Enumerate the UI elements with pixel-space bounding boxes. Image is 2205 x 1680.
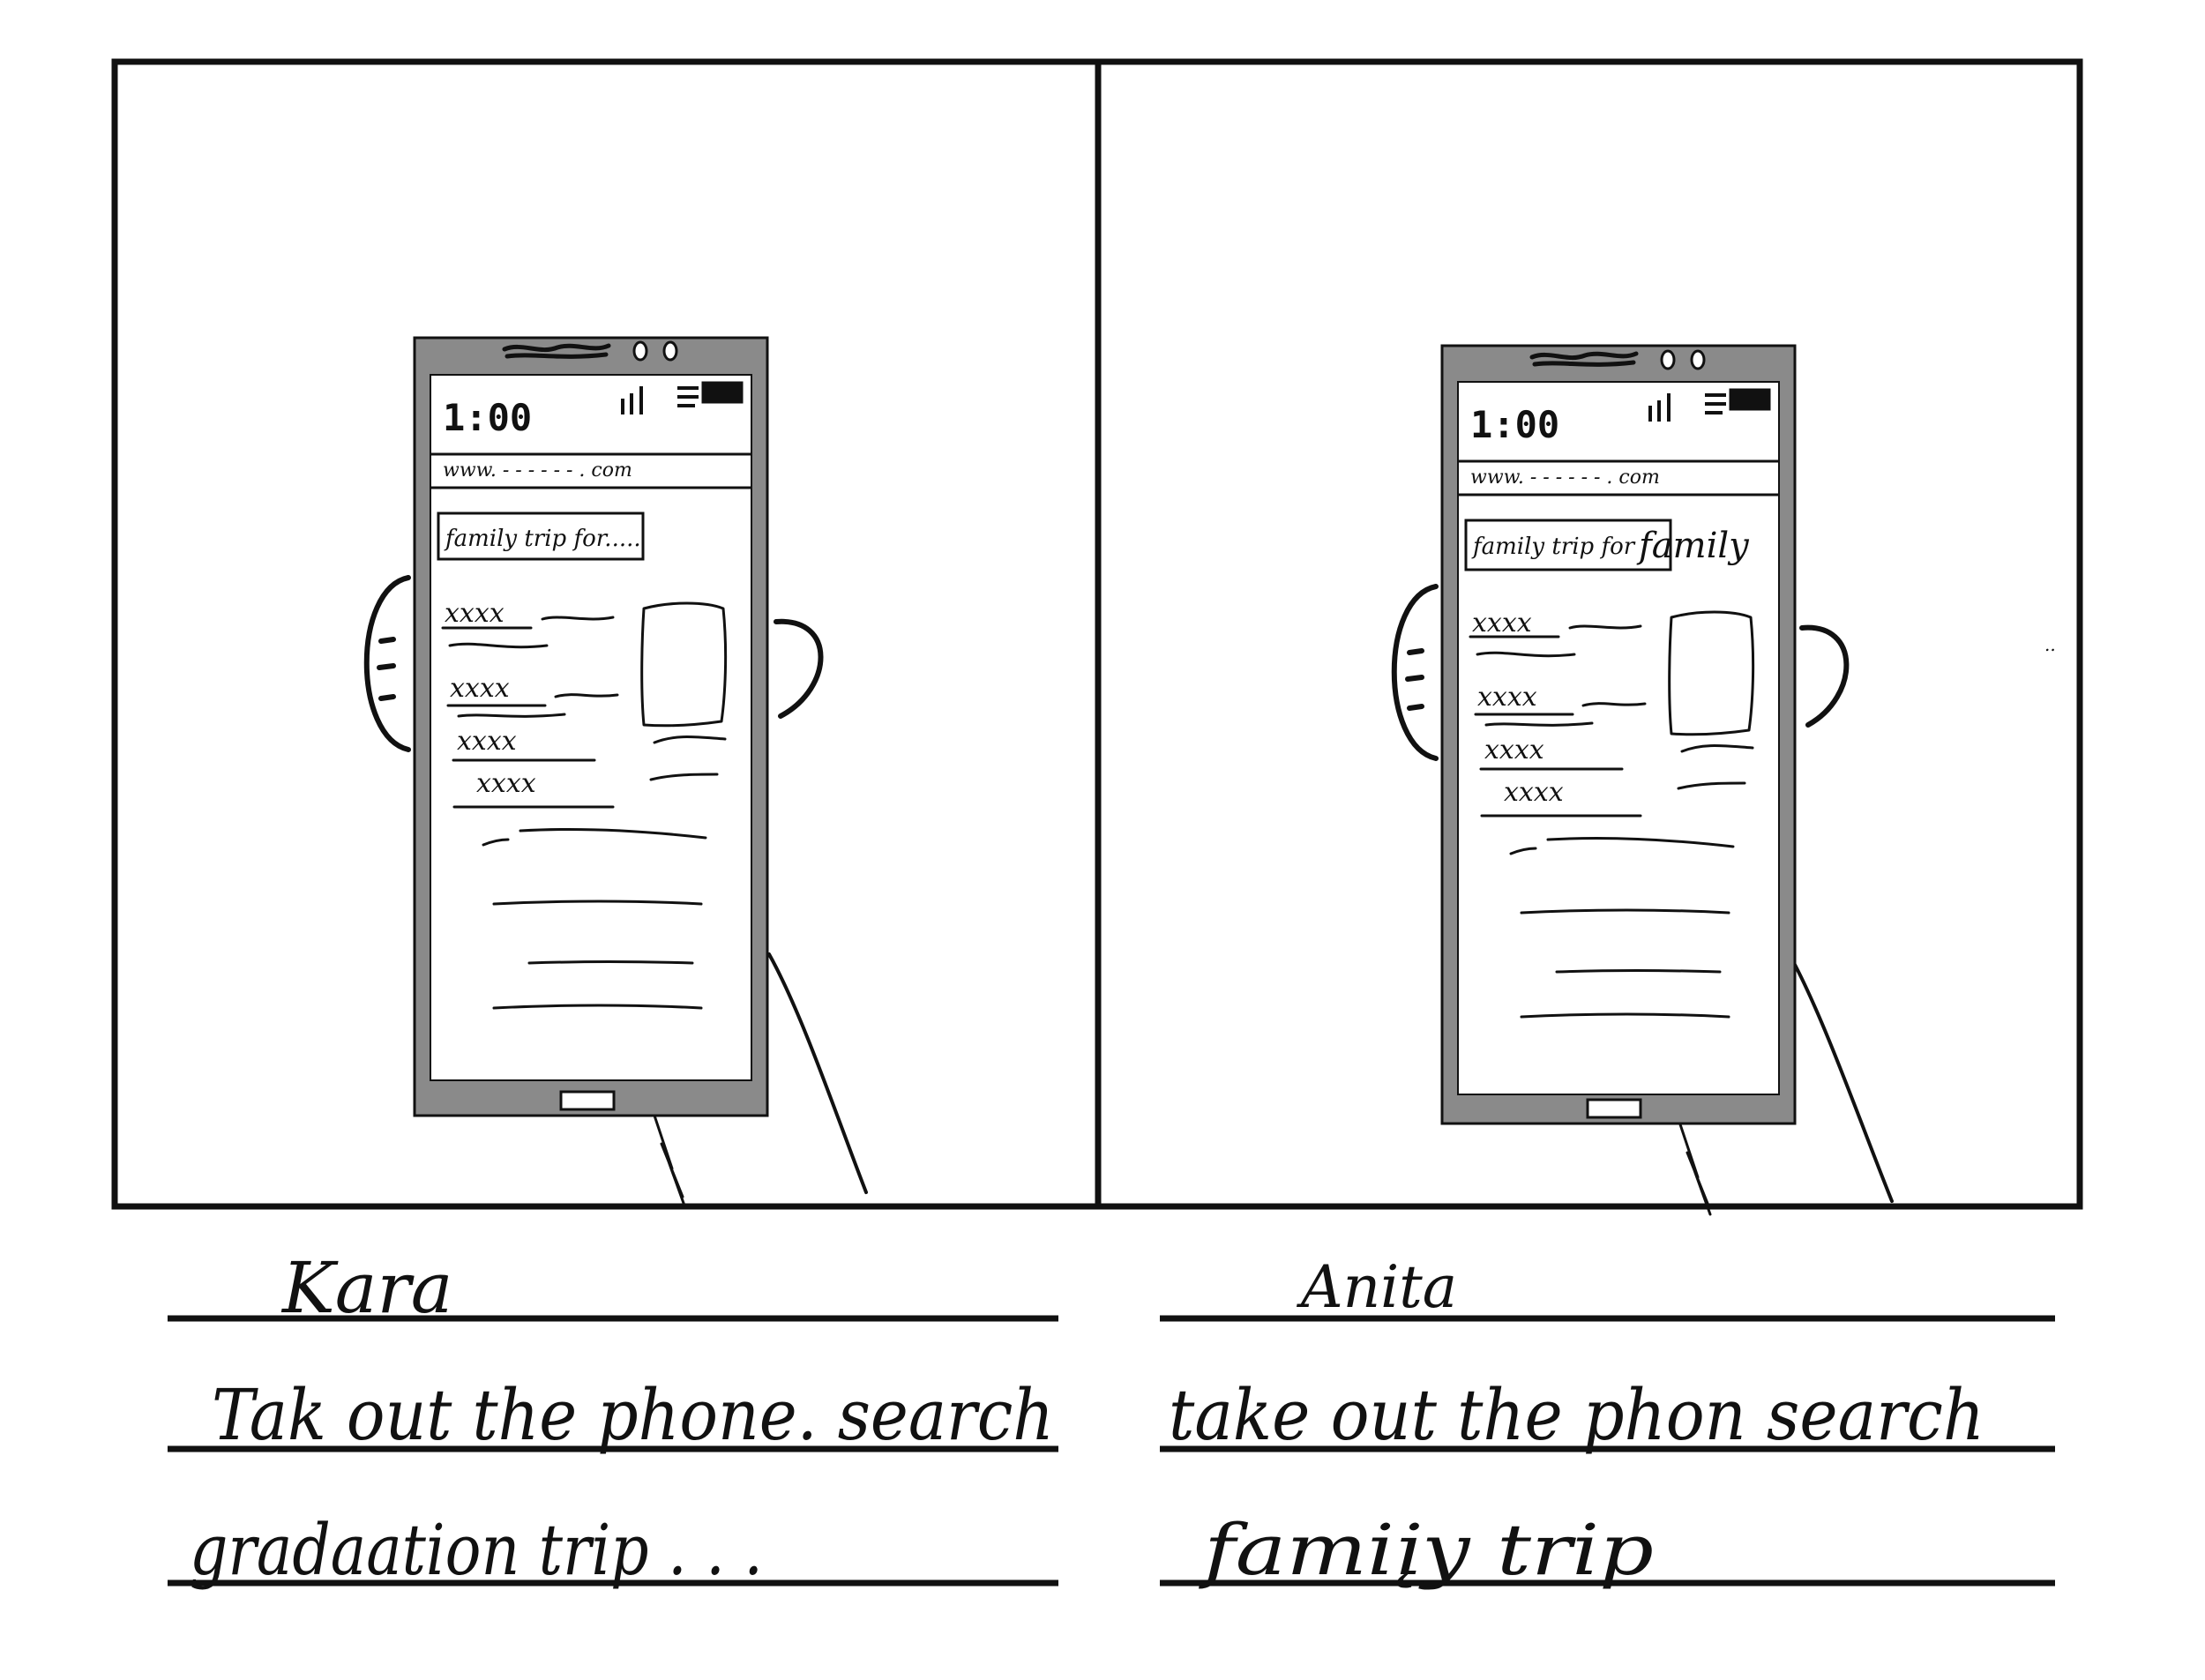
home-button[interactable]	[1586, 1098, 1642, 1119]
wrist-line	[1791, 959, 1894, 1203]
wrist-line	[767, 952, 868, 1194]
home-button[interactable]	[559, 1090, 616, 1111]
character-name: Kara	[280, 1247, 452, 1329]
battery-icon	[1729, 388, 1771, 411]
caption-query: gradaation trip . . .	[190, 1509, 763, 1591]
left-finger	[377, 663, 396, 670]
camera-icon	[1660, 349, 1676, 370]
storyboard: 1:00 www. - - - - - - . com family trip …	[111, 58, 2083, 1591]
result-mark: xxxx	[1477, 682, 1537, 713]
left-finger	[1407, 704, 1424, 711]
panel-2: .. 1:00 www. - - - - - - . com family tr…	[1160, 344, 2056, 1591]
stray-marks: ..	[2044, 634, 2056, 655]
left-hand-outline	[363, 575, 411, 752]
panel-1: 1:00 www. - - - - - - . com family trip …	[168, 336, 1058, 1591]
search-box-text: family trip for.....	[444, 526, 641, 552]
camera-icon	[632, 340, 648, 362]
left-finger	[1407, 648, 1424, 655]
result-mark: xxxx	[445, 598, 505, 629]
status-time: 1:00	[443, 396, 532, 439]
search-box-typed-overflow: family	[1636, 526, 1750, 566]
result-mark: xxxx	[476, 768, 536, 799]
text-line	[527, 960, 694, 965]
result-mark: xxxx	[1484, 735, 1544, 765]
search-box-text: family trip for	[1471, 534, 1636, 560]
left-hand-outline	[1391, 584, 1439, 761]
url-bar[interactable]: www. - - - - - - . com	[1470, 467, 1660, 489]
left-finger	[378, 694, 396, 701]
result-mark: xxxx	[1504, 777, 1564, 808]
sensor-icon	[662, 340, 678, 362]
left-finger	[378, 637, 396, 644]
caption-action: take out the phon search	[1169, 1374, 1984, 1456]
wrist-scribble	[1678, 1123, 1712, 1216]
caption-query: famiįy trip	[1199, 1509, 1654, 1591]
character-name: Anita	[1296, 1253, 1457, 1321]
battery-icon	[701, 381, 744, 404]
right-hand-outline	[1799, 624, 1850, 728]
left-finger	[1405, 675, 1424, 682]
status-time: 1:00	[1470, 403, 1559, 446]
wrist-scribble	[653, 1114, 686, 1207]
url-bar[interactable]: www. - - - - - - . com	[443, 459, 632, 482]
caption-action: Tak out the phone. search	[212, 1374, 1054, 1456]
right-hand-outline	[774, 618, 824, 719]
text-line	[1555, 969, 1722, 974]
result-mark: xxxx	[1472, 608, 1532, 638]
result-mark: xxxx	[457, 726, 517, 757]
result-mark: xxxx	[450, 673, 510, 704]
sensor-icon	[1690, 349, 1706, 370]
